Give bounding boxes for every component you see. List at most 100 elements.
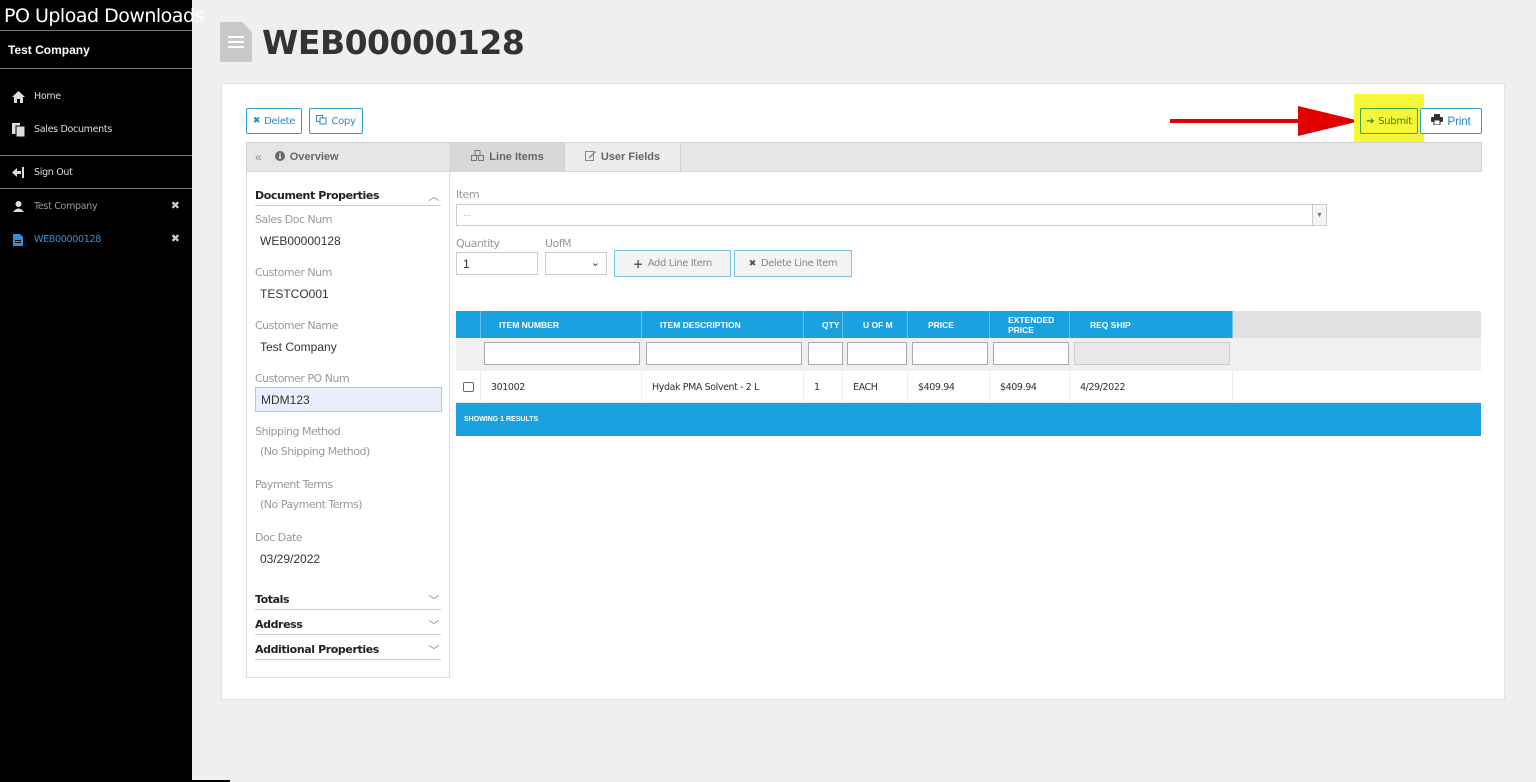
add-line-item-label: Add Line Item: [647, 258, 713, 269]
sidebar-item-label: Sales Documents: [34, 124, 112, 135]
tab-user-fields[interactable]: User Fields: [565, 143, 681, 171]
cell-item-number: 301002: [481, 371, 642, 403]
customer-po-num-input[interactable]: MDM123: [255, 387, 442, 412]
grid-filter-row: [456, 338, 1481, 371]
collapse-icon[interactable]: «: [255, 150, 262, 164]
times-icon: ✖: [252, 116, 261, 126]
row-checkbox[interactable]: [463, 382, 474, 392]
tab-bar: « Overview Line Items User Fields: [246, 142, 1482, 172]
copy-icon: [316, 114, 327, 128]
chevron-down-icon[interactable]: ﹀: [428, 592, 439, 608]
sidebar-item-home[interactable]: Home: [0, 80, 192, 113]
column-header-item-number[interactable]: ITEM NUMBER: [481, 311, 642, 338]
item-select-value: ...: [463, 208, 472, 219]
open-documents: Test Company ✖ WEB00000128 ✖: [0, 189, 192, 256]
document-properties-section[interactable]: Document Properties ︿: [255, 189, 441, 206]
sidebar-item-label: Sign Out: [34, 166, 73, 178]
payment-terms-label: Payment Terms: [255, 478, 333, 491]
chevron-down-icon[interactable]: ﹀: [428, 617, 439, 633]
column-header-req-ship[interactable]: REQ SHIP: [1070, 311, 1233, 338]
cubes-icon: [471, 150, 485, 164]
column-header-item-description[interactable]: ITEM DESCRIPTION: [642, 311, 804, 338]
quantity-input[interactable]: 1: [456, 252, 538, 275]
page-title: WEB00000128: [262, 22, 525, 62]
arrow-right-icon: ➔: [1366, 115, 1375, 127]
times-icon: ✖: [748, 258, 757, 269]
submit-button-label: Submit: [1378, 115, 1412, 127]
cell-req-ship: 4/29/2022: [1070, 371, 1233, 403]
additional-properties-section[interactable]: Additional Properties ﹀: [255, 643, 441, 660]
grid-select-header: [456, 311, 481, 338]
user-icon: [10, 200, 26, 214]
customer-po-num-label: Customer PO Num: [255, 372, 350, 385]
submit-button[interactable]: ➔ Submit: [1360, 108, 1418, 134]
close-icon[interactable]: ✖: [171, 199, 180, 212]
column-header-qty[interactable]: QTY: [804, 311, 843, 338]
tab-overview[interactable]: « Overview: [247, 143, 451, 171]
cell-price: $409.94: [908, 371, 990, 403]
filter-extended-price-input[interactable]: [993, 342, 1069, 365]
signout-group: Sign Out: [0, 156, 192, 189]
close-icon[interactable]: ✖: [171, 232, 180, 245]
cell-qty: 1: [804, 371, 843, 403]
column-header-uofm[interactable]: U OF M: [843, 311, 908, 338]
address-section[interactable]: Address ﹀: [255, 618, 441, 635]
document-card: ✖ Delete Copy ➔ Submit Print « Overview: [221, 83, 1505, 700]
sidebar-item-web00000128[interactable]: WEB00000128 ✖: [0, 223, 192, 256]
section-title: Document Properties: [255, 189, 380, 202]
sidebar-item-label: Test Company: [34, 201, 98, 212]
caret-down-icon[interactable]: ▼: [1312, 205, 1326, 225]
printer-icon: [1431, 114, 1444, 128]
section-title: Address: [255, 618, 303, 631]
sidebar: PO Upload Downloads Test Company Home Sa…: [0, 0, 204, 782]
documents-icon: [10, 122, 26, 137]
chevron-down-icon: ⌄: [590, 257, 600, 269]
add-line-item-button[interactable]: + Add Line Item: [614, 250, 731, 277]
sales-doc-num-value: WEB00000128: [260, 234, 341, 248]
print-button[interactable]: Print: [1420, 108, 1482, 134]
totals-section[interactable]: Totals ﹀: [255, 593, 441, 610]
uofm-select[interactable]: ⌄: [545, 252, 607, 275]
delete-button[interactable]: ✖ Delete: [246, 108, 302, 134]
grid-footer: SHOWING 1 RESULTS: [456, 403, 1481, 436]
column-header-extended-price[interactable]: EXTENDED PRICE: [990, 311, 1070, 338]
sidebar-item-test-company[interactable]: Test Company ✖: [0, 190, 192, 223]
filter-item-description-input[interactable]: [646, 342, 802, 365]
sidebar-item-sales-documents[interactable]: Sales Documents: [0, 113, 192, 146]
sidebar-item-sign-out[interactable]: Sign Out: [0, 156, 192, 188]
filter-uofm-input[interactable]: [847, 342, 907, 365]
page-header: WEB00000128: [220, 22, 525, 62]
copy-button-label: Copy: [331, 115, 356, 127]
chevron-up-icon[interactable]: ︿: [428, 188, 439, 204]
edit-icon: [584, 150, 596, 164]
doc-date-value: 03/29/2022: [260, 552, 321, 566]
quantity-label: Quantity: [456, 237, 500, 250]
line-items-grid: ITEM NUMBER ITEM DESCRIPTION QTY U OF M …: [456, 311, 1481, 436]
customer-name-label: Customer Name: [255, 319, 338, 332]
item-label: Item: [456, 188, 480, 201]
customer-num-value: TESTCO001: [260, 287, 329, 301]
row-select-cell[interactable]: [456, 371, 481, 403]
doc-date-label: Doc Date: [255, 531, 303, 544]
copy-button[interactable]: Copy: [309, 108, 363, 134]
red-arrow-annotation: [1170, 106, 1360, 136]
sign-out-icon: [10, 165, 26, 179]
filter-qty-input[interactable]: [808, 342, 843, 365]
filter-price-input[interactable]: [912, 342, 988, 365]
filter-item-number-input[interactable]: [484, 342, 640, 365]
delete-line-item-label: Delete Line Item: [760, 258, 838, 269]
document-icon: [220, 22, 252, 62]
delete-line-item-button[interactable]: ✖ Delete Line Item: [734, 250, 852, 277]
main-nav: Home Sales Documents: [0, 69, 192, 156]
table-row[interactable]: 301002 Hydak PMA Solvent - 2 L 1 EACH $4…: [456, 371, 1481, 403]
tab-user-fields-label: User Fields: [600, 151, 661, 163]
tab-line-items[interactable]: Line Items: [451, 143, 565, 171]
info-icon: [274, 150, 285, 164]
column-header-price[interactable]: PRICE: [908, 311, 990, 338]
item-select[interactable]: ... ▼: [456, 204, 1327, 226]
tab-line-items-label: Line Items: [489, 151, 544, 163]
app-title: PO Upload Downloads: [0, 0, 204, 31]
chevron-down-icon[interactable]: ﹀: [428, 642, 439, 658]
file-icon: [10, 233, 26, 247]
tab-overview-label: Overview: [289, 151, 339, 163]
